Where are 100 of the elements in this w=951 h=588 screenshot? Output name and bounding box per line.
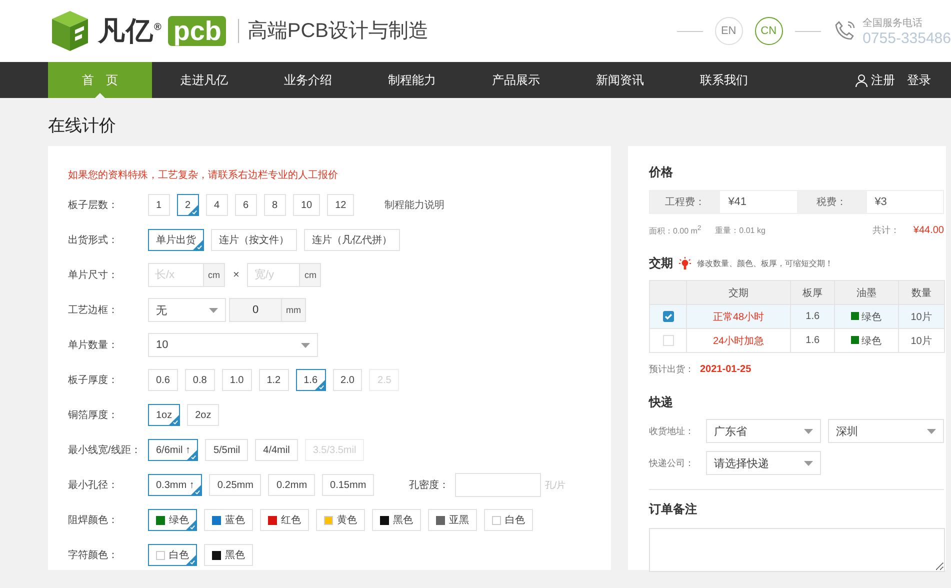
checkbox[interactable] [662, 310, 674, 322]
remarks-field[interactable] [649, 528, 945, 572]
section-title: 快递 [649, 394, 674, 411]
option-button[interactable]: 黑色 [204, 544, 253, 566]
nav-item[interactable]: 新闻资讯 [568, 62, 672, 98]
lightbulb-icon [679, 257, 691, 270]
unit-label: cm [300, 263, 322, 287]
checkbox[interactable] [662, 334, 674, 346]
hotline-label: 全国服务电话 [862, 16, 924, 30]
option-button[interactable]: 0.6 [148, 369, 178, 391]
option-button[interactable]: 0.25mm [209, 474, 262, 496]
nav-item[interactable]: 制程能力 [360, 62, 464, 98]
option-button[interactable]: 1oz [148, 404, 180, 426]
field-label: 快递公司： [649, 456, 695, 470]
option-button[interactable]: 12 [327, 194, 354, 216]
slogan: 高端PCB设计与制造 [238, 19, 429, 43]
option-button[interactable]: 6/6mil ↑ [148, 439, 198, 461]
tip-text: 修改数量、颜色、板厚，可缩短交期！ [697, 258, 833, 269]
total-value: ¥44.00 [913, 225, 944, 236]
option-button[interactable]: 1.2 [258, 369, 289, 391]
option-button[interactable]: 2 [177, 194, 199, 216]
section-title: 交期 [649, 255, 673, 272]
estimate-date: 2021-01-25 [700, 364, 752, 375]
option-button[interactable]: 4/4mil [255, 439, 298, 461]
nav-item[interactable]: 联系我们 [672, 62, 776, 98]
field-label: 阻焊颜色： [68, 514, 119, 527]
times-sign: × [233, 269, 240, 281]
field-label: 铜箔厚度： [68, 408, 119, 422]
option-button[interactable]: 1 [148, 194, 170, 216]
option-button[interactable]: 1.0 [222, 369, 252, 391]
option-button[interactable]: 1.6 [296, 369, 326, 391]
option-button[interactable]: 8 [264, 194, 286, 216]
nav-item[interactable]: 产品展示 [464, 62, 568, 98]
field-label: 工艺边框： [68, 304, 119, 317]
option-button[interactable]: 白色 [148, 544, 197, 566]
table-cell: 24小时加急 [686, 328, 791, 352]
table-cell: 10片 [898, 304, 944, 328]
input-field[interactable]: 0 [229, 298, 282, 322]
dropdown[interactable]: 请选择快递 [706, 451, 821, 475]
column-header: 数量 [898, 280, 944, 304]
option-button[interactable]: 0.3mm ↑ [148, 474, 202, 496]
option-button[interactable]: 亚黑 [428, 509, 477, 531]
field-label: 最小线宽/线距： [68, 444, 142, 457]
language-button[interactable]: EN [714, 17, 743, 45]
check-icon [191, 485, 202, 495]
option-button[interactable]: 0.2mm [268, 474, 316, 496]
login-link[interactable]: 登录 [907, 72, 931, 88]
option-button[interactable]: 连片（按文件） [211, 229, 297, 251]
column-header: 交期 [686, 280, 791, 304]
nav-item[interactable]: 走进凡亿 [152, 62, 256, 98]
caret-icon [301, 342, 310, 348]
table-cell: 1.6 [790, 328, 835, 352]
option-button[interactable]: 6 [235, 194, 257, 216]
fee-label: 税费： [816, 196, 848, 210]
weight-text: 重量：0.01 kg [715, 225, 766, 236]
option-button[interactable]: 绿色 [148, 509, 197, 531]
option-button[interactable]: 单片出货 [148, 229, 204, 251]
hotline-number: 0755-335486 [862, 30, 951, 46]
field-label: 单片尺寸： [68, 268, 119, 282]
option-button[interactable]: 5/5mil [205, 439, 248, 461]
column-header: 板厚 [790, 280, 835, 304]
option-button[interactable]: 蓝色 [204, 509, 253, 531]
user-icon [855, 74, 868, 86]
fee-value: ¥3 [866, 191, 943, 213]
brand-mark: pcb [168, 16, 226, 46]
unit-label: 孔/片 [545, 478, 566, 492]
table-cell: 10片 [898, 328, 944, 352]
option-button[interactable]: 白色 [484, 509, 533, 531]
option-button[interactable]: 红色 [260, 509, 309, 531]
input-field[interactable] [455, 473, 542, 497]
option-button[interactable]: 2.0 [332, 369, 362, 391]
option-button[interactable]: 连片（凡亿代拼） [304, 229, 400, 251]
dropdown[interactable]: 无 [148, 298, 226, 322]
field-label: 板子厚度： [68, 374, 119, 387]
estimate-label: 预计出货： [649, 363, 694, 376]
option-button[interactable]: 10 [293, 194, 320, 216]
column-header: 油墨 [834, 280, 898, 304]
option-button[interactable]: 0.8 [184, 369, 215, 391]
dropdown[interactable]: 10 [148, 333, 318, 357]
page-title: 在线计价 [47, 115, 117, 137]
register-link[interactable]: 注册 [871, 72, 895, 88]
option-button[interactable]: 0.15mm [322, 474, 374, 496]
field-label: 出货形式： [68, 234, 119, 247]
dropdown[interactable]: 深圳 [828, 419, 944, 443]
option-button[interactable]: 2oz [187, 404, 220, 426]
field-label: 板子层数： [68, 198, 119, 212]
notice-text: 如果您的资料特殊，工艺复杂，请联系右边栏专业的人工报价 [68, 168, 339, 182]
caret-icon [927, 428, 936, 434]
fee-label: 工程费： [664, 196, 706, 210]
fee-value: ¥41 [720, 191, 796, 213]
capability-link[interactable]: 制程能力说明 [384, 198, 444, 212]
section-title: 价格 [649, 164, 674, 181]
dropdown[interactable]: 广东省 [706, 419, 821, 443]
option-button[interactable]: 黑色 [372, 509, 421, 531]
nav-item[interactable]: 业务介绍 [256, 62, 360, 98]
table-cell: 绿色 [861, 336, 882, 346]
caret-icon [209, 308, 218, 312]
table-cell: 正常48小时 [686, 304, 791, 328]
option-button[interactable]: 4 [206, 194, 228, 216]
option-button[interactable]: 黄色 [316, 509, 365, 531]
